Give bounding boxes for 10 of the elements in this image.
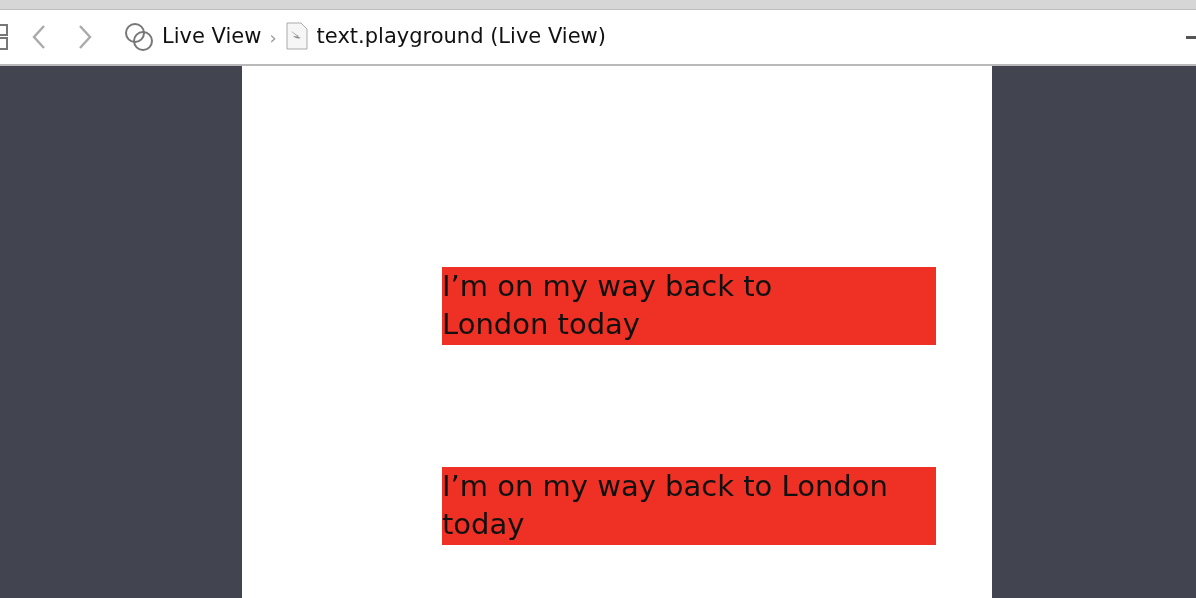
layout-icon[interactable]: [0, 24, 8, 50]
breadcrumb-item[interactable]: text.playground (Live View): [316, 21, 606, 53]
breadcrumb-separator: ›: [269, 25, 277, 50]
back-icon[interactable]: [32, 24, 46, 50]
breadcrumb-item[interactable]: Live View: [162, 21, 262, 53]
text-label: I’m on my way back to London today: [442, 467, 936, 545]
text-label: I’m on my way back to London today: [442, 267, 936, 345]
forward-icon[interactable]: [78, 24, 92, 50]
file-icon: [284, 22, 309, 52]
circles-icon: [124, 22, 154, 52]
